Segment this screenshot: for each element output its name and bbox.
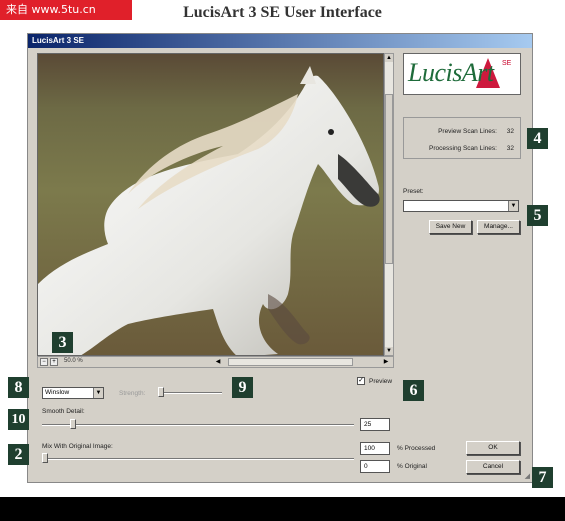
- strength-label: Strength:: [119, 390, 146, 397]
- callout-badge-4: 4: [527, 128, 548, 149]
- preset-select[interactable]: ▼: [403, 200, 519, 212]
- lucisart-logo: LucisArt SE: [403, 53, 521, 95]
- callout-badge-9: 9: [232, 377, 253, 398]
- callout-badge-10: 10: [8, 409, 29, 430]
- horse-image: [38, 54, 383, 355]
- chevron-down-icon[interactable]: ▼: [508, 201, 518, 211]
- processing-scan-lines-label: Processing Scan Lines:: [429, 145, 497, 152]
- scroll-down-icon[interactable]: ▼: [385, 347, 393, 355]
- preview-label: Preview: [369, 378, 393, 385]
- logo-version: SE: [502, 60, 512, 67]
- window-titlebar[interactable]: LucisArt 3 SE: [28, 34, 532, 48]
- preset-label: Preset:: [403, 188, 424, 195]
- bottom-band: [0, 497, 565, 521]
- logo-text: LucisArt: [408, 58, 494, 87]
- processed-percent-input[interactable]: 100: [360, 442, 390, 455]
- scroll-right-icon[interactable]: ▶: [382, 358, 390, 366]
- scroll-up-icon[interactable]: ▲: [385, 54, 393, 62]
- vertical-scrollbar[interactable]: ▲ ▼: [384, 53, 394, 356]
- callout-badge-3: 3: [52, 332, 73, 353]
- zoom-out-button[interactable]: −: [40, 358, 48, 366]
- mix-slider-knob[interactable]: [42, 453, 48, 463]
- preview-statusbar: − + 50.0 % ◀ ▶: [37, 356, 394, 368]
- smooth-detail-slider-knob[interactable]: [70, 419, 76, 429]
- mix-label: Mix With Original Image:: [42, 443, 113, 450]
- preview-checkbox[interactable]: ✓: [357, 377, 365, 385]
- zoom-level: 50.0 %: [64, 358, 83, 364]
- preview-scan-lines-value: 32: [506, 128, 514, 135]
- resize-grip-icon[interactable]: ◢: [525, 472, 530, 480]
- scroll-thumb[interactable]: [385, 94, 393, 264]
- horizontal-scroll-thumb[interactable]: [228, 358, 353, 366]
- ok-button[interactable]: OK: [466, 441, 520, 455]
- callout-badge-8: 8: [8, 377, 29, 398]
- mix-slider-track[interactable]: [42, 458, 354, 460]
- caption-title: LucisArt 3 SE User Interface: [183, 4, 382, 21]
- cancel-button[interactable]: Cancel: [466, 460, 520, 474]
- smooth-detail-input[interactable]: 25: [360, 418, 390, 431]
- callout-badge-7: 7: [532, 467, 553, 488]
- scan-lines-panel: Preview Scan Lines: 32 Processing Scan L…: [403, 117, 521, 159]
- strength-slider-track[interactable]: [158, 392, 222, 394]
- preview-scan-lines-label: Preview Scan Lines:: [438, 128, 497, 135]
- zoom-in-button[interactable]: +: [50, 358, 58, 366]
- lucisart-window: LucisArt 3 SE ▲ ▼ − + 50.0 % ◀ ▶ LucisAr…: [27, 33, 533, 483]
- preview-image[interactable]: [37, 53, 384, 356]
- callout-badge-2: 2: [8, 444, 29, 465]
- original-percent-label: % Original: [397, 463, 427, 470]
- processing-scan-lines-value: 32: [506, 145, 514, 152]
- smooth-detail-label: Smooth Detail:: [42, 408, 85, 415]
- callout-badge-5: 5: [527, 205, 548, 226]
- smooth-detail-slider-track[interactable]: [42, 424, 354, 426]
- processed-percent-label: % Processed: [397, 445, 436, 452]
- chevron-down-icon[interactable]: ▼: [93, 388, 103, 398]
- save-new-button[interactable]: Save New: [429, 220, 472, 234]
- mode-select[interactable]: Winslow ▼: [42, 387, 104, 399]
- original-percent-input[interactable]: 0: [360, 460, 390, 473]
- strength-slider-knob[interactable]: [158, 387, 164, 397]
- mode-value: Winslow: [45, 389, 70, 396]
- callout-badge-6: 6: [403, 380, 424, 401]
- scroll-left-icon[interactable]: ◀: [214, 358, 222, 366]
- manage-button[interactable]: Manage...: [477, 220, 520, 234]
